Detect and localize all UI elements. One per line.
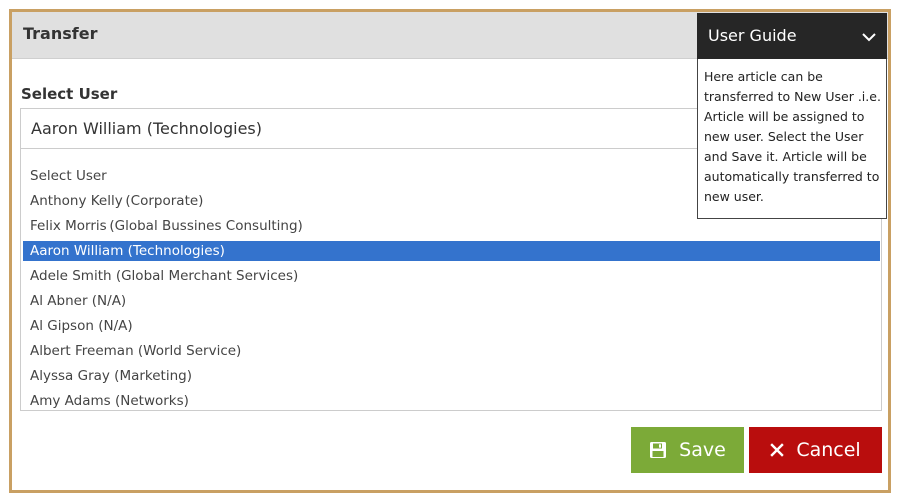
user-option[interactable]: Albert Freeman (World Service): [23, 341, 880, 361]
cancel-button[interactable]: Cancel: [749, 427, 882, 473]
user-option[interactable]: Al Abner (N/A): [23, 291, 880, 311]
select-user-label: Select User: [21, 85, 118, 103]
user-option[interactable]: Amy Adams (Networks): [23, 391, 880, 411]
cancel-label: Cancel: [796, 439, 861, 461]
user-option[interactable]: Al Gipson (N/A): [23, 316, 880, 336]
user-guide-header[interactable]: User Guide: [697, 13, 887, 59]
user-option[interactable]: Alyssa Gray (Marketing): [23, 366, 880, 386]
user-option[interactable]: Aaron William (Technologies): [23, 241, 880, 261]
save-button[interactable]: Save: [631, 427, 744, 473]
user-option[interactable]: Felix Morris (Global Bussines Consulting…: [23, 216, 880, 236]
floppy-disk-icon: [649, 441, 667, 459]
user-guide-title: User Guide: [708, 26, 797, 45]
chevron-down-icon[interactable]: [861, 28, 877, 47]
close-icon: [770, 443, 785, 457]
save-label: Save: [679, 439, 726, 461]
dialog-title: Transfer: [23, 24, 98, 43]
user-guide-text: Here article can be transferred to New U…: [697, 59, 887, 219]
user-option[interactable]: Adele Smith (Global Merchant Services): [23, 266, 880, 286]
selected-user-value: Aaron William (Technologies): [31, 119, 262, 138]
